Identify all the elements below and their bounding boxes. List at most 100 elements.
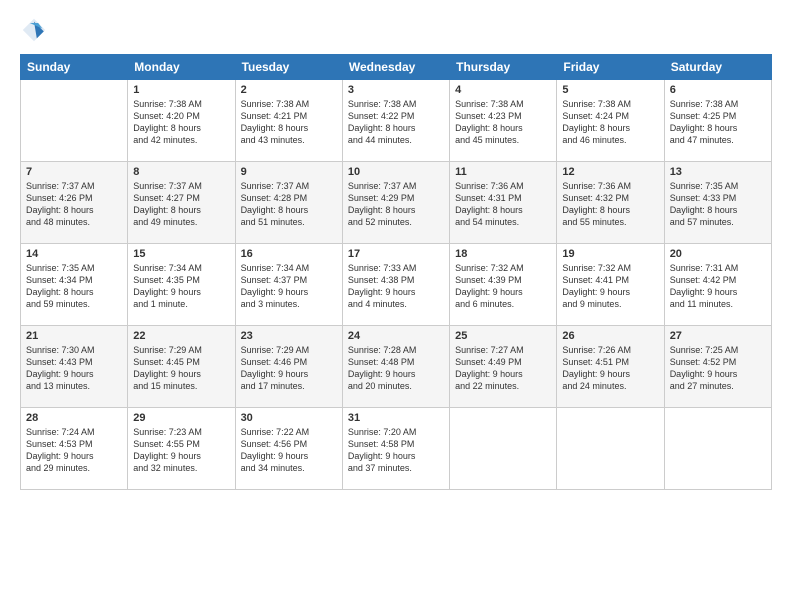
sunset-text: Sunset: 4:53 PM bbox=[26, 439, 93, 449]
sunrise-text: Sunrise: 7:32 AM bbox=[455, 263, 524, 273]
calendar-cell: 11 Sunrise: 7:36 AMSunset: 4:31 PMDayligh… bbox=[450, 162, 557, 244]
daylight-text: Daylight: 9 hoursand 20 minutes. bbox=[348, 369, 416, 391]
calendar-cell: 13Sunrise: 7:35 AMSunset: 4:33 PMDayligh… bbox=[664, 162, 771, 244]
calendar-cell: 1Sunrise: 7:38 AMSunset: 4:20 PMDaylight… bbox=[128, 80, 235, 162]
calendar-cell: 23Sunrise: 7:29 AMSunset: 4:46 PMDayligh… bbox=[235, 326, 342, 408]
sunrise-text: Sunrise: 7:37 AM bbox=[133, 181, 202, 191]
logo bbox=[20, 16, 52, 44]
sunrise-text: Sunrise: 7:31 AM bbox=[670, 263, 739, 273]
day-number: 16 bbox=[241, 248, 337, 260]
day-number: 28 bbox=[26, 412, 122, 424]
calendar-cell: 31Sunrise: 7:20 AMSunset: 4:58 PMDayligh… bbox=[342, 408, 449, 490]
sunset-text: Sunset: 4:56 PM bbox=[241, 439, 308, 449]
cell-content: Sunrise: 7:20 AMSunset: 4:58 PMDaylight:… bbox=[348, 426, 444, 475]
sunrise-text: Sunrise: 7:38 AM bbox=[348, 99, 417, 109]
calendar-cell: 9Sunrise: 7:37 AMSunset: 4:28 PMDaylight… bbox=[235, 162, 342, 244]
sunrise-text: Sunrise: 7:37 AM bbox=[26, 181, 95, 191]
cell-content: Sunrise: 7:38 AMSunset: 4:25 PMDaylight:… bbox=[670, 98, 766, 147]
daylight-text: Daylight: 8 hoursand 46 minutes. bbox=[562, 123, 630, 145]
calendar-cell: 26Sunrise: 7:26 AMSunset: 4:51 PMDayligh… bbox=[557, 326, 664, 408]
day-number: 19 bbox=[562, 248, 658, 260]
sunrise-text: Sunrise: 7:36 AM bbox=[455, 181, 524, 191]
sunset-text: Sunset: 4:45 PM bbox=[133, 357, 200, 367]
cell-content: Sunrise: 7:25 AMSunset: 4:52 PMDaylight:… bbox=[670, 344, 766, 393]
sunset-text: Sunset: 4:58 PM bbox=[348, 439, 415, 449]
daylight-text: Daylight: 9 hoursand 37 minutes. bbox=[348, 451, 416, 473]
daylight-text: Daylight: 9 hoursand 11 minutes. bbox=[670, 287, 738, 309]
sunset-text: Sunset: 4:22 PM bbox=[348, 111, 415, 121]
weekday-header-tuesday: Tuesday bbox=[235, 55, 342, 80]
calendar-cell: 21Sunrise: 7:30 AMSunset: 4:43 PMDayligh… bbox=[21, 326, 128, 408]
calendar-cell: 19Sunrise: 7:32 AMSunset: 4:41 PMDayligh… bbox=[557, 244, 664, 326]
sunset-text: Sunset: 4:21 PM bbox=[241, 111, 308, 121]
daylight-text: Daylight: 8 hoursand 43 minutes. bbox=[241, 123, 309, 145]
day-number: 11 bbox=[455, 166, 551, 178]
weekday-header-wednesday: Wednesday bbox=[342, 55, 449, 80]
sunrise-text: Sunrise: 7:26 AM bbox=[562, 345, 631, 355]
calendar-cell: 25Sunrise: 7:27 AMSunset: 4:49 PMDayligh… bbox=[450, 326, 557, 408]
sunset-text: Sunset: 4:37 PM bbox=[241, 275, 308, 285]
sunset-text: Sunset: 4:55 PM bbox=[133, 439, 200, 449]
weekday-header-saturday: Saturday bbox=[664, 55, 771, 80]
cell-content: Sunrise: 7:35 AMSunset: 4:33 PMDaylight:… bbox=[670, 180, 766, 229]
sunset-text: Sunset: 4:28 PM bbox=[241, 193, 308, 203]
day-number: 18 bbox=[455, 248, 551, 260]
week-row-3: 21Sunrise: 7:30 AMSunset: 4:43 PMDayligh… bbox=[21, 326, 772, 408]
sunrise-text: Sunrise: 7:22 AM bbox=[241, 427, 310, 437]
daylight-text: Daylight: 9 hoursand 34 minutes. bbox=[241, 451, 309, 473]
cell-content: Sunrise: 7:29 AMSunset: 4:45 PMDaylight:… bbox=[133, 344, 229, 393]
daylight-text: Daylight: 8 hoursand 47 minutes. bbox=[670, 123, 738, 145]
calendar-cell: 16Sunrise: 7:34 AMSunset: 4:37 PMDayligh… bbox=[235, 244, 342, 326]
day-number: 9 bbox=[241, 166, 337, 178]
cell-content: Sunrise: 7:35 AMSunset: 4:34 PMDaylight:… bbox=[26, 262, 122, 311]
calendar-cell: 2Sunrise: 7:38 AMSunset: 4:21 PMDaylight… bbox=[235, 80, 342, 162]
daylight-text: Daylight: 8 hoursand 45 minutes. bbox=[455, 123, 523, 145]
sunrise-text: Sunrise: 7:24 AM bbox=[26, 427, 95, 437]
cell-content: Sunrise: 7:37 AMSunset: 4:26 PMDaylight:… bbox=[26, 180, 122, 229]
sunrise-text: Sunrise: 7:28 AM bbox=[348, 345, 417, 355]
page: SundayMondayTuesdayWednesdayThursdayFrid… bbox=[0, 0, 792, 612]
day-number: 24 bbox=[348, 330, 444, 342]
sunrise-text: Sunrise: 7:37 AM bbox=[241, 181, 310, 191]
sunrise-text: Sunrise: 7:23 AM bbox=[133, 427, 202, 437]
sunset-text: Sunset: 4:32 PM bbox=[562, 193, 629, 203]
week-row-2: 14 Sunrise: 7:35 AMSunset: 4:34 PMDayligh… bbox=[21, 244, 772, 326]
sunrise-text: Sunrise: 7:38 AM bbox=[133, 99, 202, 109]
cell-content: Sunrise: 7:36 AMSunset: 4:31 PMDaylight:… bbox=[455, 180, 551, 229]
cell-content: Sunrise: 7:38 AMSunset: 4:22 PMDaylight:… bbox=[348, 98, 444, 147]
daylight-text: Daylight: 9 hoursand 6 minutes. bbox=[455, 287, 523, 309]
sunset-text: Sunset: 4:51 PM bbox=[562, 357, 629, 367]
sunset-text: Sunset: 4:41 PM bbox=[562, 275, 629, 285]
sunrise-text: Sunrise: 7:33 AM bbox=[348, 263, 417, 273]
day-number: 14 bbox=[26, 248, 122, 260]
header bbox=[20, 16, 772, 44]
daylight-text: Daylight: 9 hoursand 3 minutes. bbox=[241, 287, 309, 309]
cell-content: Sunrise: 7:32 AMSunset: 4:39 PMDaylight:… bbox=[455, 262, 551, 311]
day-number: 4 bbox=[455, 84, 551, 96]
day-number: 15 bbox=[133, 248, 229, 260]
daylight-text: Daylight: 9 hoursand 27 minutes. bbox=[670, 369, 738, 391]
cell-content: Sunrise: 7:29 AMSunset: 4:46 PMDaylight:… bbox=[241, 344, 337, 393]
calendar-cell: 27Sunrise: 7:25 AMSunset: 4:52 PMDayligh… bbox=[664, 326, 771, 408]
daylight-text: Daylight: 8 hoursand 49 minutes. bbox=[133, 205, 201, 227]
daylight-text: Daylight: 8 hoursand 42 minutes. bbox=[133, 123, 201, 145]
sunset-text: Sunset: 4:43 PM bbox=[26, 357, 93, 367]
week-row-1: 7 Sunrise: 7:37 AMSunset: 4:26 PMDaylight… bbox=[21, 162, 772, 244]
daylight-text: Daylight: 8 hoursand 48 minutes. bbox=[26, 205, 94, 227]
daylight-text: Daylight: 8 hoursand 52 minutes. bbox=[348, 205, 416, 227]
sunset-text: Sunset: 4:27 PM bbox=[133, 193, 200, 203]
cell-content: Sunrise: 7:28 AMSunset: 4:48 PMDaylight:… bbox=[348, 344, 444, 393]
cell-content: Sunrise: 7:36 AMSunset: 4:32 PMDaylight:… bbox=[562, 180, 658, 229]
calendar-cell: 22Sunrise: 7:29 AMSunset: 4:45 PMDayligh… bbox=[128, 326, 235, 408]
calendar-table: SundayMondayTuesdayWednesdayThursdayFrid… bbox=[20, 54, 772, 490]
calendar-cell: 5Sunrise: 7:38 AMSunset: 4:24 PMDaylight… bbox=[557, 80, 664, 162]
calendar-cell: 24 Sunrise: 7:28 AMSunset: 4:48 PMDayligh… bbox=[342, 326, 449, 408]
cell-content: Sunrise: 7:24 AMSunset: 4:53 PMDaylight:… bbox=[26, 426, 122, 475]
week-row-4: 28 Sunrise: 7:24 AM Sunset: 4:53 PM Dayligh… bbox=[21, 408, 772, 490]
day-number: 7 bbox=[26, 166, 122, 178]
calendar-cell: 3Sunrise: 7:38 AMSunset: 4:22 PMDaylight… bbox=[342, 80, 449, 162]
sunrise-text: Sunrise: 7:35 AM bbox=[670, 181, 739, 191]
daylight-text: Daylight: 9 hoursand 22 minutes. bbox=[455, 369, 523, 391]
sunset-text: Sunset: 4:34 PM bbox=[26, 275, 93, 285]
cell-content: Sunrise: 7:38 AMSunset: 4:20 PMDaylight:… bbox=[133, 98, 229, 147]
